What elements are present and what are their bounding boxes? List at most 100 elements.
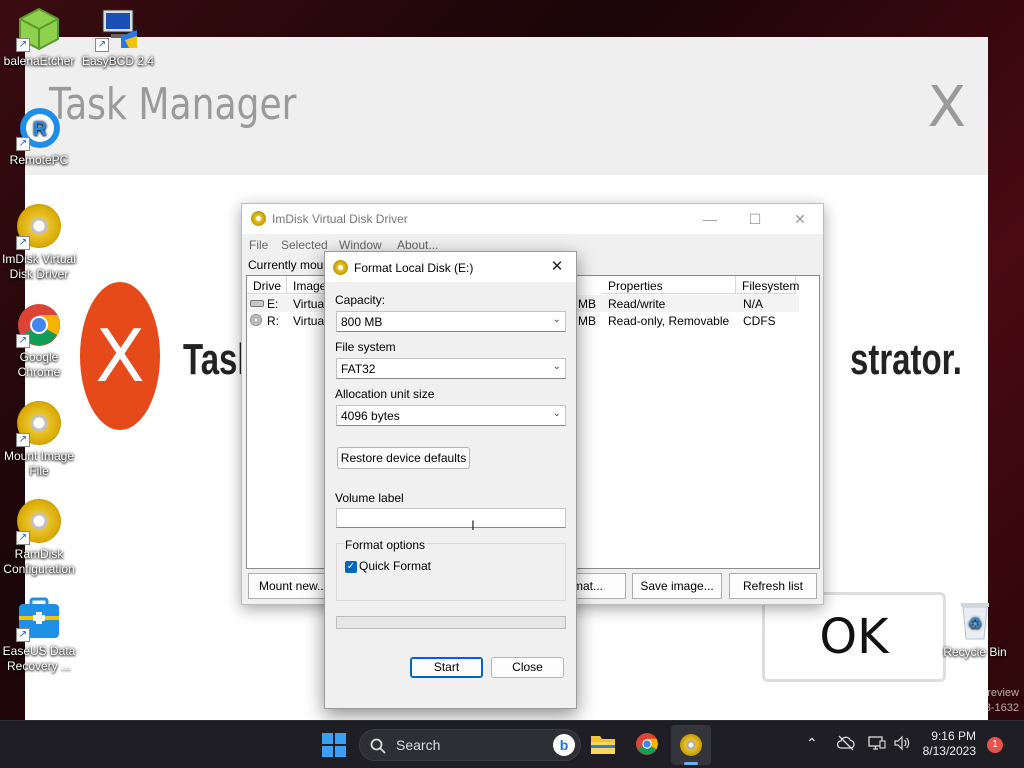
disk-app-icon [333,260,348,275]
refresh-list-button[interactable]: Refresh list [729,573,817,599]
imdisk-app-icon [251,211,266,226]
minimize-button[interactable]: — [696,208,724,230]
row-size: MB [578,314,596,328]
desktop-icon-label: EaseUS Data Recovery ... [2,644,76,673]
volume-label-label: Volume label [335,491,404,505]
desktop-icon-label: RemotePC [9,153,69,167]
desktop-icon-label: Mount Image File [3,449,75,478]
allocation-value: 4096 bytes [341,409,400,423]
shortcut-arrow-icon: ↗ [16,38,30,52]
desktop-icon-balenaetcher[interactable]: ↗ balenaEtcher [0,6,78,69]
row-properties: Read-only, Removable [608,314,730,328]
menu-window[interactable]: Window [339,238,382,252]
watermark-line-1: Windows 11 Pro Insider Preview [861,687,1019,699]
chevron-up-icon[interactable]: ⌃ [806,735,818,752]
restore-defaults-button[interactable]: Restore device defaults [337,447,470,469]
text-cursor-icon: I [471,517,475,533]
row-size: MB [578,297,596,311]
desktop-icon-mount-image[interactable]: ↗ Mount Image File [0,401,78,479]
desktop-icon-label: RamDisk Configuration [3,547,75,576]
chevron-down-icon: ⌄ [552,361,561,372]
windows-start-icon[interactable] [322,733,346,760]
format-progress-bar [336,616,566,629]
chevron-down-icon: ⌄ [552,408,561,419]
desktop-icon-remotepc[interactable]: R ↗ RemotePC [0,105,78,168]
row-filesystem: N/A [743,297,764,311]
desktop-icon-imdisk[interactable]: ↗ ImDisk Virtual Disk Driver [0,204,78,282]
taskbar-search-box[interactable]: Search b [359,729,581,761]
shortcut-arrow-icon: ↗ [16,433,30,447]
row-filesystem: CDFS [743,314,776,328]
capacity-select[interactable]: 800 MB ⌄ [336,311,566,332]
start-button[interactable]: Start [410,657,483,678]
save-image-button[interactable]: Save image... [632,573,722,599]
allocation-label: Allocation unit size [335,387,435,401]
cd-drive-icon [250,314,262,326]
search-label: Search [396,737,441,753]
task-manager-close-button[interactable]: X [928,75,966,140]
column-properties[interactable]: Properties [602,276,736,294]
search-icon [370,738,386,754]
hard-drive-icon [250,300,264,307]
column-drive[interactable]: Drive [247,276,287,294]
row-image: Virtual [293,314,327,328]
active-indicator [684,762,698,765]
easeus-icon: ↗ [16,596,62,642]
bing-icon[interactable]: b [553,734,575,756]
row-properties: Read/write [608,297,666,311]
maximize-button[interactable]: ☐ [741,208,769,230]
imdisk-titlebar[interactable]: ImDisk Virtual Disk Driver — ☐ ✕ [242,204,823,234]
menu-file[interactable]: File [249,238,268,252]
shortcut-arrow-icon: ↗ [16,628,30,642]
file-explorer-icon[interactable] [590,733,616,758]
cd-disc-icon [680,734,702,756]
desktop-icon-label: balenaEtcher [3,54,75,68]
clock-time: 9:16 PM [931,729,976,743]
format-dialog-titlebar[interactable]: Format Local Disk (E:) ✕ [325,252,576,282]
notification-badge[interactable]: 1 [987,737,1003,753]
easybcd-icon: ↗ [95,6,141,52]
capacity-label: Capacity: [335,293,386,307]
volume-label-input[interactable] [336,508,566,528]
format-dialog: Format Local Disk (E:) ✕ Capacity: 800 M… [324,251,577,709]
allocation-select[interactable]: 4096 bytes ⌄ [336,405,566,426]
cloud-off-icon[interactable] [836,735,855,754]
task-manager-ok-button[interactable]: OK [762,592,946,682]
imdisk-taskbar-button[interactable] [671,725,711,765]
quick-format-checkbox[interactable]: ✓ [345,561,357,573]
network-icon[interactable] [868,735,886,754]
row-drive: R: [267,314,279,328]
close-icon[interactable]: ✕ [546,257,568,277]
remotepc-icon: R ↗ [16,105,62,151]
filesystem-select[interactable]: FAT32 ⌄ [336,358,566,379]
filesystem-label: File system [335,340,396,354]
desktop-icon-ramdisk[interactable]: ↗ RamDisk Configuration [0,499,78,577]
desktop-icon-label: EasyBCD 2.4 [81,54,155,68]
desktop-icon-label: Recycle Bin [943,645,1007,659]
svg-text:R: R [33,119,47,140]
row-drive: E: [267,297,279,311]
menu-selected[interactable]: Selected [281,238,328,252]
desktop-icon-recycle-bin[interactable]: ♻ Recycle Bin [936,597,1014,660]
desktop-icon-easybcd[interactable]: ↗ EasyBCD 2.4 [79,6,157,69]
imdisk-title: ImDisk Virtual Disk Driver [272,212,408,226]
svg-text:♻: ♻ [968,614,982,633]
desktop-icon-easeus[interactable]: ↗ EaseUS Data Recovery ... [0,596,78,674]
desktop-icon-label: Google Chrome [17,350,61,379]
taskbar-clock[interactable]: 9:16 PM 8/13/2023 [914,729,976,759]
quick-format-label[interactable]: Quick Format [359,559,431,573]
taskbar: Search b ⌃ 9:16 PM 8/13/2023 1 [0,720,1024,768]
cd-disc-icon: ↗ [16,401,62,447]
menu-about[interactable]: About... [397,238,438,252]
chrome-taskbar-icon[interactable] [635,732,659,759]
watermark-line-2: Evaluation copy. Build 25929.rs_prerelea… [739,702,1019,714]
volume-icon[interactable] [893,735,911,754]
close-button[interactable]: ✕ [786,208,814,230]
close-button[interactable]: Close [491,657,564,678]
balenaetcher-icon: ↗ [16,6,62,52]
column-image[interactable]: Image [287,276,327,294]
desktop-icon-chrome[interactable]: ↗ Google Chrome [0,302,78,380]
column-filesystem[interactable]: Filesystem [736,276,799,294]
capacity-value: 800 MB [341,315,383,329]
task-manager-message-right: strator. [850,335,962,384]
